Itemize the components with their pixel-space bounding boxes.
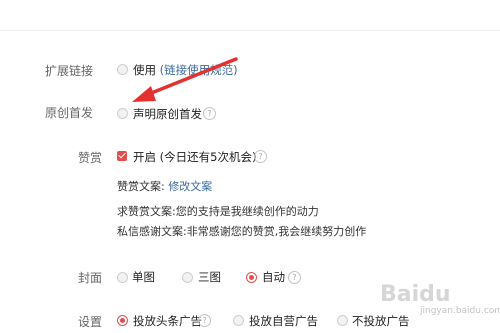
arrow-head — [132, 86, 156, 102]
baidu-watermark-logo: Baidu — [380, 282, 451, 307]
arrow-shaft — [142, 57, 238, 98]
baidu-watermark-url: jingyan.baidu.com — [420, 306, 500, 316]
